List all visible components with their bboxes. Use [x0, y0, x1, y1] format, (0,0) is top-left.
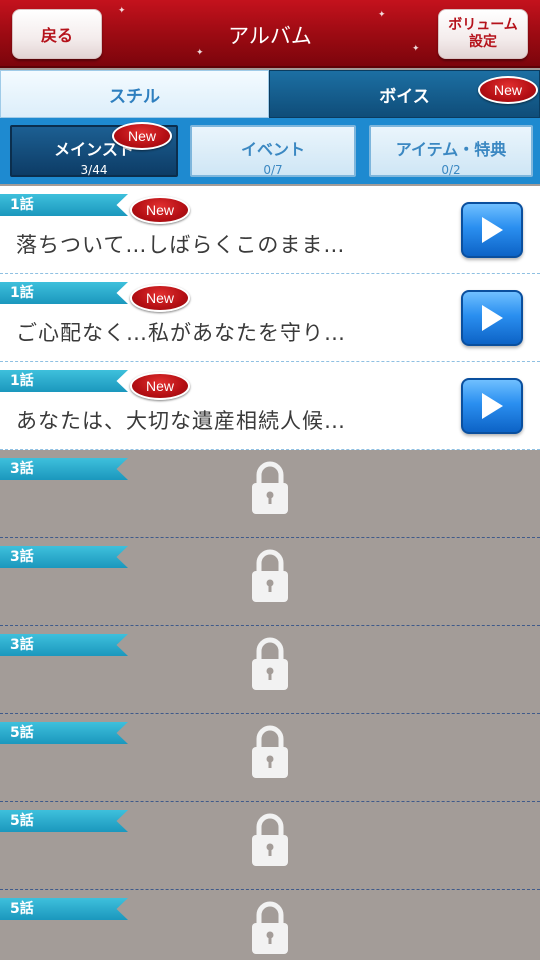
- subtab-count: 0/2: [441, 163, 461, 177]
- new-badge: New: [130, 372, 190, 400]
- list-item[interactable]: 1話 New あなたは、大切な遺産相続人候…: [0, 362, 540, 450]
- episode-ribbon: 1話: [0, 282, 128, 304]
- list-item[interactable]: 1話 New 落ちついて…しばらくこのまま…: [0, 186, 540, 274]
- list-item-locked: 3話: [0, 538, 540, 626]
- play-icon: [482, 305, 503, 331]
- new-badge: New: [112, 122, 172, 150]
- lock-icon: [252, 725, 288, 778]
- voice-list: 1話 New 落ちついて…しばらくこのまま… 1話 New ご心配なく…私があな…: [0, 186, 540, 960]
- subtab-event[interactable]: イベント 0/7: [190, 125, 356, 177]
- episode-ribbon: 5話: [0, 898, 128, 920]
- sparkle-icon: ✦: [412, 44, 420, 54]
- tab-still-label: スチル: [109, 86, 160, 107]
- lock-icon: [252, 637, 288, 690]
- subtab-count: 0/7: [263, 163, 283, 177]
- back-button[interactable]: 戻る: [12, 9, 102, 59]
- list-item-locked: 5話: [0, 802, 540, 890]
- lock-icon: [252, 901, 288, 954]
- new-badge: New: [130, 284, 190, 312]
- lock-icon: [252, 813, 288, 866]
- play-icon: [482, 393, 503, 419]
- list-item-locked: 3話: [0, 450, 540, 538]
- voice-line-text: 落ちついて…しばらくこのまま…: [16, 233, 346, 257]
- subtab-label: イベント: [240, 140, 305, 159]
- subtab-count: 3/44: [80, 163, 108, 177]
- sparkle-icon: ✦: [118, 6, 126, 16]
- episode-ribbon: 3話: [0, 458, 128, 480]
- app-header: ✦ ✦ ✦ ✦ 戻る アルバム ボリューム 設定: [0, 0, 540, 68]
- episode-ribbon: 5話: [0, 810, 128, 832]
- list-item[interactable]: 1話 New ご心配なく…私があなたを守り…: [0, 274, 540, 362]
- play-button[interactable]: [461, 202, 523, 258]
- lock-icon: [252, 549, 288, 602]
- subtab-label: アイテム・特典: [395, 140, 507, 159]
- play-button[interactable]: [461, 290, 523, 346]
- episode-ribbon: 3話: [0, 546, 128, 568]
- subtab-item-bonus[interactable]: アイテム・特典 0/2: [369, 125, 533, 177]
- play-icon: [482, 217, 503, 243]
- episode-ribbon: 1話: [0, 194, 128, 216]
- tab-still[interactable]: スチル: [0, 70, 269, 118]
- sub-tab-bar: メインスト 3/44 イベント 0/7 アイテム・特典 0/2 New: [0, 118, 540, 184]
- volume-settings-button[interactable]: ボリューム 設定: [438, 9, 528, 59]
- lock-icon: [252, 461, 288, 514]
- new-badge: New: [478, 76, 538, 104]
- main-tab-bar: スチル ボイス New: [0, 70, 540, 118]
- episode-ribbon: 3話: [0, 634, 128, 656]
- voice-line-text: ご心配なく…私があなたを守り…: [16, 321, 346, 345]
- sparkle-icon: ✦: [378, 10, 386, 20]
- list-item-locked: 5話: [0, 890, 540, 960]
- episode-ribbon: 1話: [0, 370, 128, 392]
- list-item-locked: 5話: [0, 714, 540, 802]
- play-button[interactable]: [461, 378, 523, 434]
- episode-ribbon: 5話: [0, 722, 128, 744]
- tab-voice-label: ボイス: [379, 86, 430, 107]
- new-badge: New: [130, 196, 190, 224]
- list-item-locked: 3話: [0, 626, 540, 714]
- voice-line-text: あなたは、大切な遺産相続人候…: [16, 409, 346, 433]
- page-title: アルバム: [228, 24, 312, 48]
